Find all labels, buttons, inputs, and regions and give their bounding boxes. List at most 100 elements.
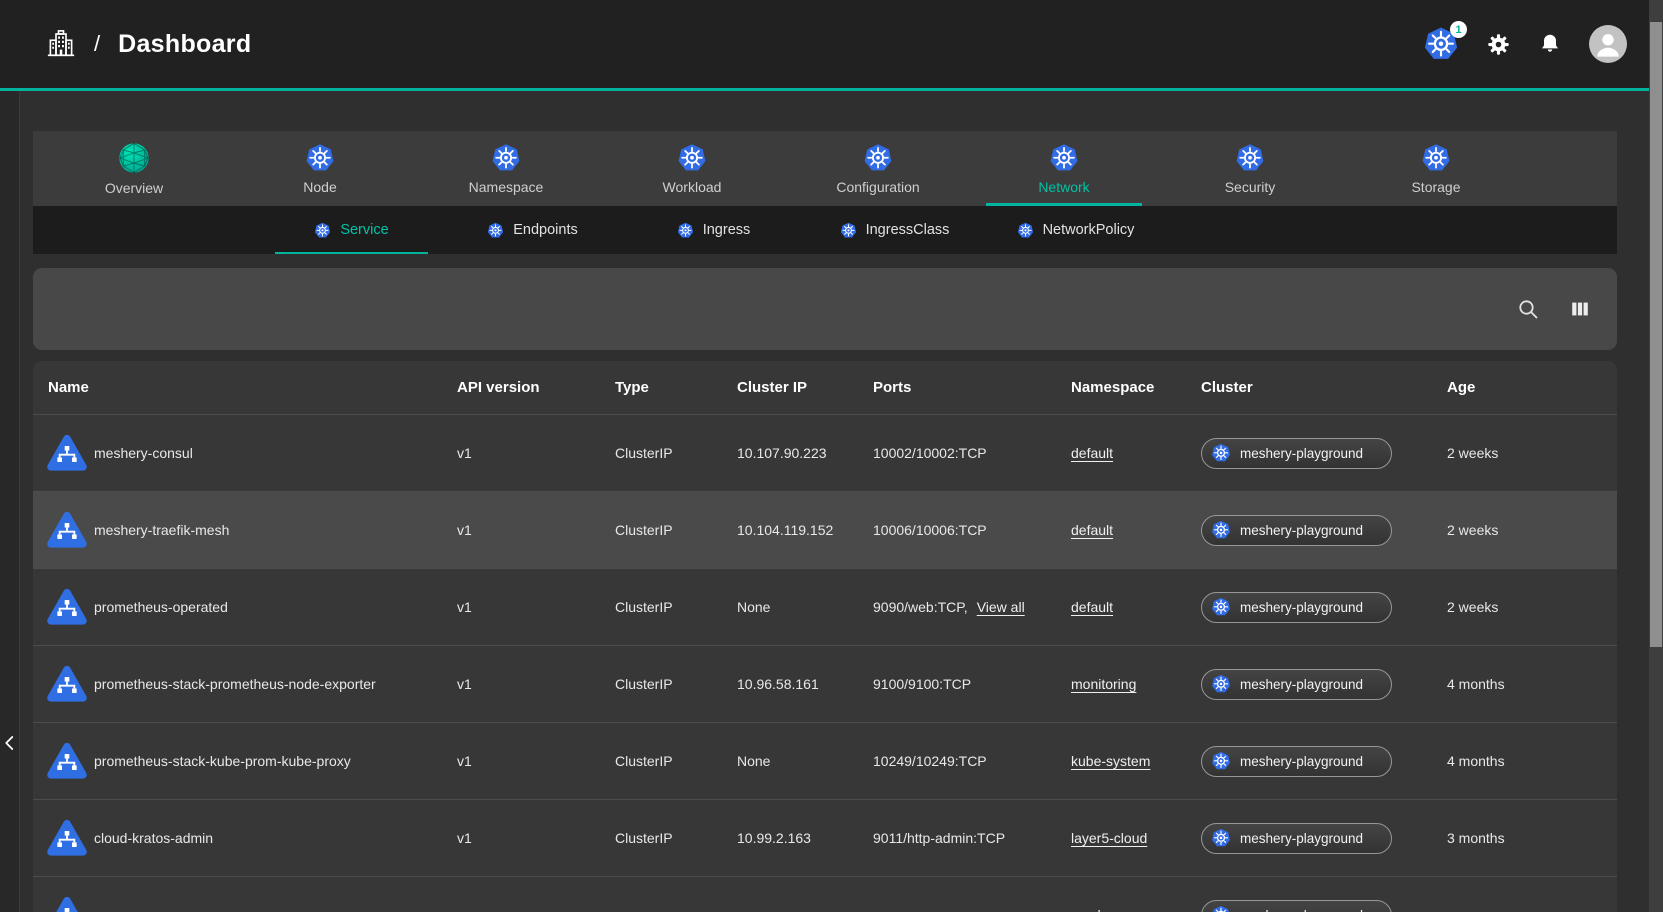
column-header-type[interactable]: Type xyxy=(613,379,735,396)
tab-label: Security xyxy=(1225,179,1276,195)
cluster-ip: None xyxy=(735,599,871,615)
column-header-ports[interactable]: Ports xyxy=(871,379,1069,396)
namespace-link[interactable]: layer5-cloud xyxy=(1071,830,1147,846)
cluster-chip[interactable]: meshery-playground xyxy=(1201,900,1392,912)
cluster-ip: 10.99.2.163 xyxy=(735,830,871,846)
tab-label: Storage xyxy=(1411,179,1460,195)
cluster-name: meshery-playground xyxy=(1240,446,1363,461)
namespace-link[interactable]: monitoring xyxy=(1071,676,1136,692)
settings-button[interactable] xyxy=(1485,31,1511,57)
subtab-endpoints[interactable]: Endpoints xyxy=(442,206,623,254)
namespace-link[interactable]: meshery xyxy=(1071,907,1125,912)
tab-configuration[interactable]: Configuration xyxy=(785,131,971,206)
ports: 10006/10006:TCP xyxy=(873,522,987,538)
cluster-ip: 10.107.90.223 xyxy=(735,445,871,461)
chevron-left-icon xyxy=(1,732,19,754)
ports: 10249/10249:TCP xyxy=(873,753,987,769)
kubernetes-icon xyxy=(1235,143,1265,173)
column-header-cluster-ip[interactable]: Cluster IP xyxy=(735,379,871,396)
cluster-name: meshery-playground xyxy=(1240,754,1363,769)
table-row[interactable]: prometheus-stack-kube-prom-kube-proxy v1… xyxy=(33,722,1617,799)
tab-workload[interactable]: Workload xyxy=(599,131,785,206)
cluster-chip[interactable]: meshery-playground xyxy=(1201,592,1392,623)
age: 2 weeks xyxy=(1445,522,1617,538)
kubernetes-icon xyxy=(1049,143,1079,173)
view-all-ports-link[interactable]: View all xyxy=(977,599,1025,615)
service-icon xyxy=(47,818,87,858)
collapse-panel-button[interactable] xyxy=(0,728,21,758)
meshery-logo-icon xyxy=(118,142,150,174)
scrollbar-thumb[interactable] xyxy=(1650,22,1662,647)
cluster-chip[interactable]: meshery-playground xyxy=(1201,669,1392,700)
service-type: ClusterIP xyxy=(613,599,735,615)
column-header-name[interactable]: Name xyxy=(33,379,455,396)
ports: 9090/web:TCP, xyxy=(873,599,968,615)
column-header-cluster[interactable]: Cluster xyxy=(1199,379,1445,396)
table-row-partial[interactable]: meshery meshery-playground xyxy=(33,876,1617,912)
cluster-chip[interactable]: meshery-playground xyxy=(1201,823,1392,854)
namespace-link[interactable]: default xyxy=(1071,522,1113,538)
app-bar-actions: 1 xyxy=(1423,0,1627,88)
column-header-api-version[interactable]: API version xyxy=(455,379,613,396)
search-button[interactable] xyxy=(1515,296,1541,322)
organization-building-icon[interactable] xyxy=(46,29,76,59)
ports: 10002/10002:TCP xyxy=(873,445,987,461)
service-name: prometheus-stack-kube-prom-kube-proxy xyxy=(94,753,351,769)
tab-overview[interactable]: Overview xyxy=(41,131,227,206)
accent-divider xyxy=(0,88,1649,91)
service-icon xyxy=(47,587,87,627)
table-header: Name API version Type Cluster IP Ports N… xyxy=(33,361,1617,414)
cluster-ip: 10.96.58.161 xyxy=(735,676,871,692)
age: 3 months xyxy=(1445,830,1617,846)
service-icon xyxy=(47,510,87,550)
namespace-link[interactable]: default xyxy=(1071,445,1113,461)
service-icon xyxy=(47,664,87,704)
kubernetes-icon xyxy=(1017,222,1034,239)
namespace-link[interactable]: default xyxy=(1071,599,1113,615)
vertical-scrollbar xyxy=(1649,0,1663,912)
table-row[interactable]: prometheus-operated v1 ClusterIP None 90… xyxy=(33,568,1617,645)
api-version: v1 xyxy=(455,830,613,846)
kubernetes-icon xyxy=(1211,751,1231,771)
tab-label: Overview xyxy=(105,180,163,196)
tab-namespace[interactable]: Namespace xyxy=(413,131,599,206)
user-avatar[interactable] xyxy=(1589,25,1627,63)
kubernetes-icon xyxy=(677,143,707,173)
api-version: v1 xyxy=(455,599,613,615)
cluster-chip[interactable]: meshery-playground xyxy=(1201,438,1392,469)
cluster-chip[interactable]: meshery-playground xyxy=(1201,746,1392,777)
service-name: prometheus-stack-prometheus-node-exporte… xyxy=(94,676,376,692)
tab-storage[interactable]: Storage xyxy=(1343,131,1529,206)
gear-icon xyxy=(1486,32,1511,57)
subtab-ingress[interactable]: Ingress xyxy=(623,206,804,254)
app-bar: / Dashboard 1 xyxy=(0,0,1663,88)
subtab-ingressclass[interactable]: IngressClass xyxy=(804,206,985,254)
table-row[interactable]: meshery-traefik-mesh v1 ClusterIP 10.104… xyxy=(33,491,1617,568)
notifications-button[interactable] xyxy=(1537,31,1563,57)
tab-node[interactable]: Node xyxy=(227,131,413,206)
tab-network[interactable]: Network xyxy=(971,131,1157,206)
network-subtabs: Service Endpoints Ingress IngressClass N… xyxy=(33,206,1617,254)
table-row[interactable]: cloud-kratos-admin v1 ClusterIP 10.99.2.… xyxy=(33,799,1617,876)
service-name: meshery-consul xyxy=(94,445,193,461)
namespace-link[interactable]: kube-system xyxy=(1071,753,1150,769)
column-header-namespace[interactable]: Namespace xyxy=(1069,379,1199,396)
cluster-chip[interactable]: meshery-playground xyxy=(1201,515,1392,546)
table-toolbar xyxy=(33,268,1617,350)
service-name: cloud-kratos-admin xyxy=(94,830,213,846)
subtab-networkpolicy[interactable]: NetworkPolicy xyxy=(985,206,1166,254)
bell-icon xyxy=(1538,32,1562,56)
kubernetes-context-button[interactable]: 1 xyxy=(1423,26,1459,62)
service-type: ClusterIP xyxy=(613,676,735,692)
view-columns-button[interactable] xyxy=(1567,296,1593,322)
tab-label: Workload xyxy=(663,179,722,195)
tab-security[interactable]: Security xyxy=(1157,131,1343,206)
subtab-service[interactable]: Service xyxy=(261,206,442,254)
service-icon xyxy=(47,895,87,912)
column-header-age[interactable]: Age xyxy=(1445,379,1617,396)
resource-tabs: Overview Node Namespace Workload Configu… xyxy=(33,131,1617,206)
age: 2 weeks xyxy=(1445,599,1617,615)
kubernetes-icon xyxy=(491,143,521,173)
table-row[interactable]: meshery-consul v1 ClusterIP 10.107.90.22… xyxy=(33,414,1617,491)
table-row[interactable]: prometheus-stack-prometheus-node-exporte… xyxy=(33,645,1617,722)
